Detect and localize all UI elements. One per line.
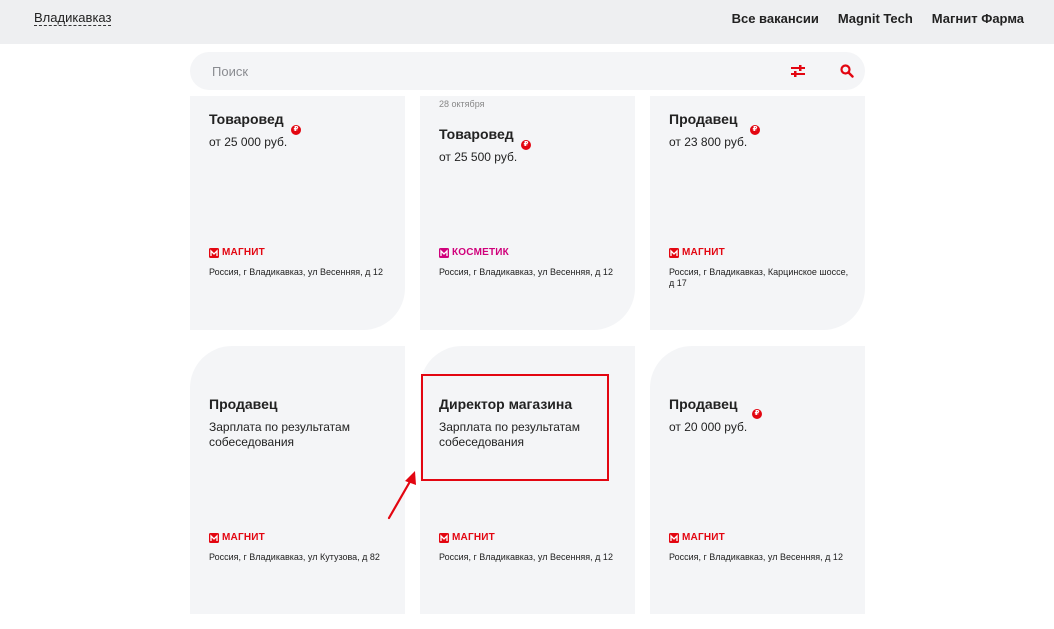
magnit-logo-icon [209,247,219,258]
vacancy-title: Продавец [669,396,738,412]
vacancy-address: Россия, г Владикавказ, ул Весенняя, д 12 [439,552,613,562]
ruble-badge-icon: ₽ [521,140,531,150]
city-selector[interactable]: Владикавказ [34,11,112,26]
magnit-kosmetik-logo-icon [439,247,449,258]
brand-name: КОСМЕТИК [452,247,509,258]
brand-name: МАГНИТ [452,532,495,543]
nav-magnit-pharma[interactable]: Магнит Фарма [932,11,1024,26]
vacancy-address: Россия, г Владикавказ, ул Весенняя, д 12 [209,267,383,277]
brand-logo: КОСМЕТИК [439,247,509,258]
brand-logo: МАГНИТ [669,247,725,258]
magnit-logo-icon [209,532,219,543]
vacancy-card[interactable]: Директор магазина Зарплата по результата… [420,346,635,614]
brand-logo: МАГНИТ [669,532,725,543]
vacancy-title: Товаровед [209,111,284,127]
vacancy-salary: от 20 000 руб. [669,420,748,434]
magnit-logo-icon [669,532,679,543]
brand-logo: МАГНИТ [209,532,265,543]
vacancy-grid: Товаровед ₽ от 25 000 руб. МАГНИТ Россия… [190,0,865,629]
vacancy-title: Продавец [669,111,738,127]
brand-name: МАГНИТ [222,247,265,258]
vacancy-address: Россия, г Владикавказ, Карцинское шоссе,… [669,267,849,288]
vacancy-salary: от 25 000 руб. [209,135,288,149]
brand-name: МАГНИТ [682,247,725,258]
vacancy-card[interactable]: Товаровед ₽ от 25 000 руб. МАГНИТ Россия… [190,96,405,330]
vacancy-salary: Зарплата по результатам собеседования [439,420,580,449]
vacancy-title: Продавец [209,396,278,412]
vacancy-address: Россия, г Владикавказ, ул Весенняя, д 12 [669,552,843,562]
vacancy-card[interactable]: Продавец Зарплата по результатам собесед… [190,346,405,614]
brand-name: МАГНИТ [682,532,725,543]
vacancy-card[interactable]: Продавец ₽ от 20 000 руб. МАГНИТ Россия,… [650,346,865,614]
vacancy-address: Россия, г Владикавказ, ул Весенняя, д 12 [439,267,613,277]
vacancy-salary: от 25 500 руб. [439,150,518,164]
ruble-badge-icon: ₽ [291,125,301,135]
vacancy-card[interactable]: Продавец ₽ от 23 800 руб. МАГНИТ Россия,… [650,96,865,330]
vacancy-address: Россия, г Владикавказ, ул Кутузова, д 82 [209,552,380,562]
ruble-badge-icon: ₽ [750,125,760,135]
brand-logo: МАГНИТ [209,247,265,258]
vacancy-title: Товаровед [439,126,514,142]
vacancy-card[interactable]: 28 октября Товаровед ₽ от 25 500 руб. КО… [420,96,635,330]
magnit-logo-icon [439,532,449,543]
vacancy-title: Директор магазина [439,396,573,412]
vacancy-salary: от 23 800 руб. [669,135,748,149]
vacancy-salary: Зарплата по результатам собеседования [209,420,350,449]
brand-logo: МАГНИТ [439,532,495,543]
magnit-logo-icon [669,247,679,258]
brand-name: МАГНИТ [222,532,265,543]
ruble-badge-icon: ₽ [752,409,762,419]
vacancy-date: 28 октября [439,99,485,109]
